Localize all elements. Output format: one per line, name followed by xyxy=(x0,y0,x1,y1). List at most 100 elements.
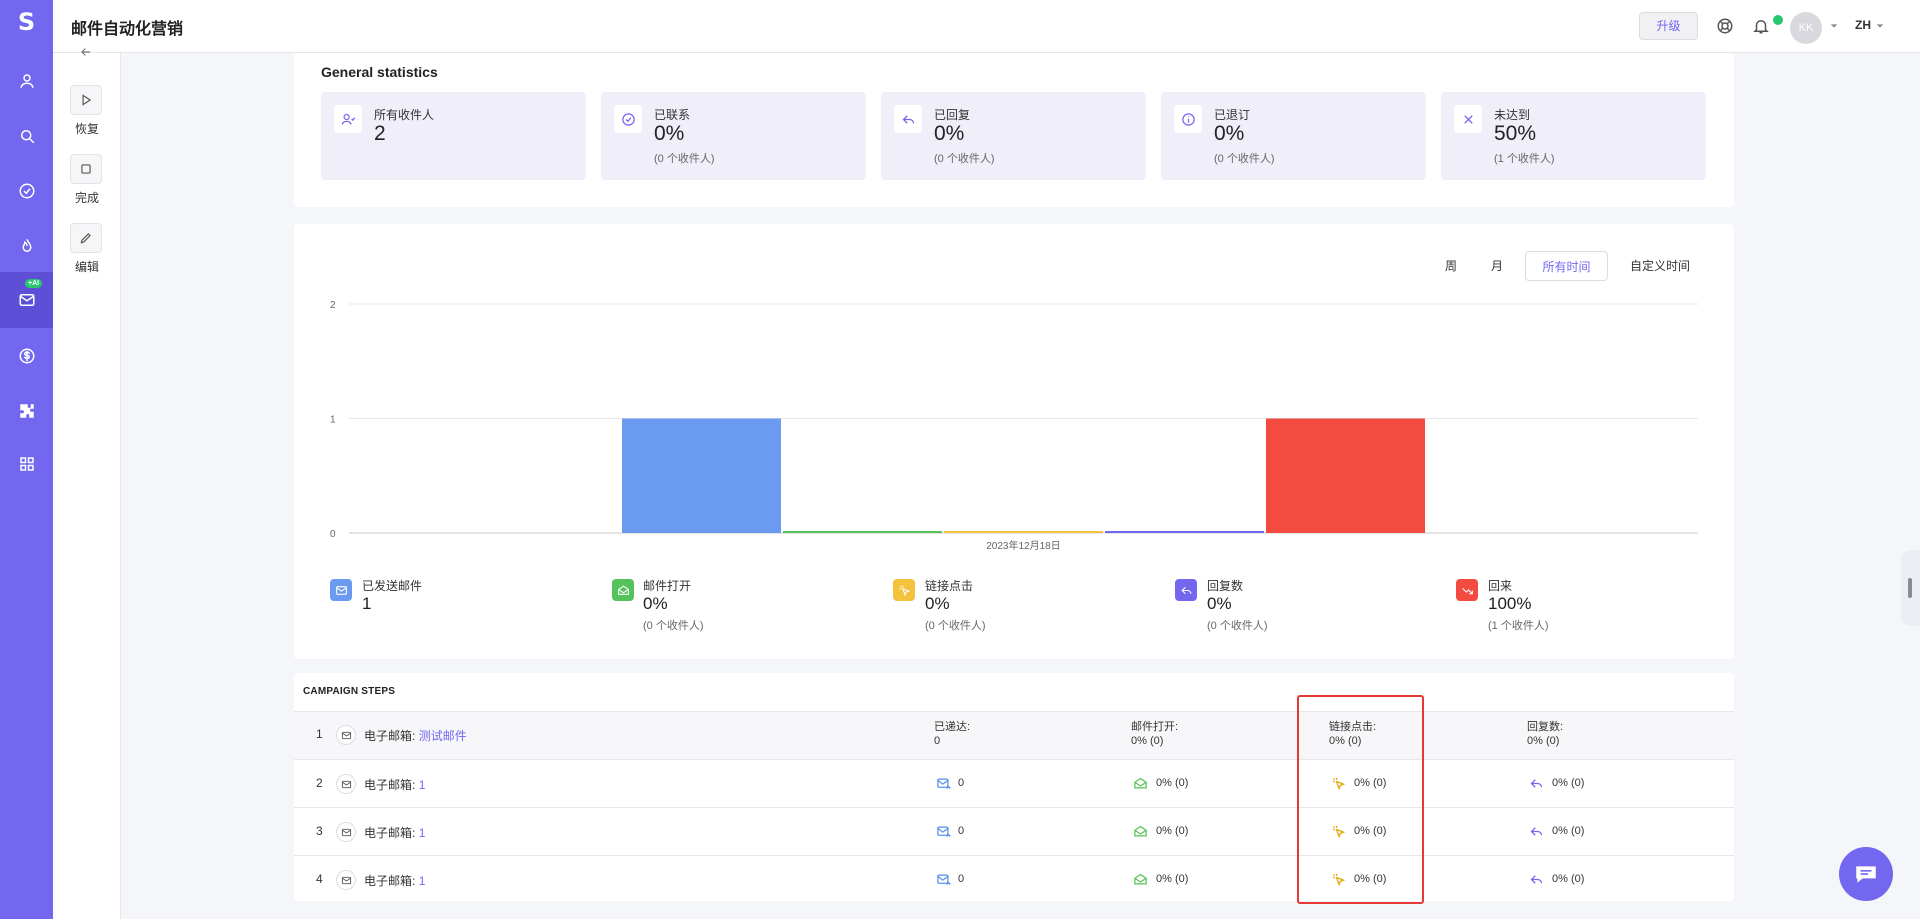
nav-tasks[interactable] xyxy=(0,171,53,211)
metric-value: 0% (0) xyxy=(1552,777,1585,789)
complete-label: 完成 xyxy=(74,191,99,205)
nav-email-active[interactable]: +AI xyxy=(0,272,53,328)
step-link[interactable]: 1 xyxy=(419,874,426,888)
info-icon xyxy=(1181,112,1195,126)
back-arrow-icon[interactable] xyxy=(79,45,93,59)
bar-4[interactable] xyxy=(1105,531,1264,533)
chat-button[interactable] xyxy=(1839,847,1893,901)
users-icon xyxy=(341,113,355,125)
reply-icon xyxy=(1530,827,1543,836)
mail-icon xyxy=(341,876,351,884)
chevron-down-icon[interactable] xyxy=(1830,22,1838,30)
step-number: 2 xyxy=(316,776,323,790)
mail-icon xyxy=(19,294,34,306)
step-link[interactable]: 1 xyxy=(419,826,426,840)
legend-value: 100% xyxy=(1488,594,1532,613)
edit-button[interactable] xyxy=(70,223,102,253)
y-tick-label: 1 xyxy=(330,415,336,426)
reply-icon xyxy=(1530,779,1543,788)
nav-billing[interactable] xyxy=(0,336,53,376)
side-drawer-handle[interactable] xyxy=(1901,550,1920,626)
step-link[interactable]: 1 xyxy=(419,778,426,792)
bell-icon[interactable] xyxy=(1752,17,1770,35)
legend-sub: (1 个收件人) xyxy=(1488,620,1549,632)
nav-search[interactable] xyxy=(0,116,53,156)
bar-1[interactable] xyxy=(622,418,781,534)
bounce-icon xyxy=(1461,587,1473,594)
y-tick-label: 2 xyxy=(330,300,336,311)
legend-label: 链接点击 xyxy=(925,579,974,593)
resume-button[interactable] xyxy=(70,85,102,115)
click-icon xyxy=(899,585,910,596)
reply-icon xyxy=(902,114,914,124)
dollar-icon xyxy=(19,348,34,364)
app-logo[interactable]: S xyxy=(0,8,53,36)
metric-value: 0% (0) xyxy=(1156,873,1189,885)
flame-icon xyxy=(21,239,32,252)
step-prefix: 电子邮箱: xyxy=(364,826,416,840)
chat-bubble-icon xyxy=(1856,866,1876,883)
mail-open-icon xyxy=(1134,873,1147,885)
help-icon[interactable] xyxy=(1716,17,1734,35)
language-selector[interactable]: ZH xyxy=(1855,18,1871,32)
step-prefix: 电子邮箱: xyxy=(364,729,416,743)
mail-send-icon xyxy=(937,778,951,789)
stat-sub: (0 个收件人) xyxy=(654,153,715,165)
step-row[interactable]: 4 电子邮箱: 1 0 0% (0) 0% (0) 0% (0) xyxy=(294,855,1734,903)
nav-apps[interactable] xyxy=(0,444,53,484)
metric-value: 0% (0) xyxy=(1156,825,1189,837)
step-name: 电子邮箱: 1 xyxy=(364,776,425,793)
step-name: 电子邮箱: 测试邮件 xyxy=(364,727,467,744)
metric-value: 0% (0) xyxy=(1156,777,1189,789)
nav-integrations[interactable] xyxy=(0,391,53,431)
step-prefix: 电子邮箱: xyxy=(364,874,416,888)
stat-value: 50% xyxy=(1494,122,1537,145)
stat-sub: (0 个收件人) xyxy=(1214,153,1275,165)
metric-label: 回复数: xyxy=(1527,721,1564,733)
top-header: 邮件自动化营销 升级 KK ZH xyxy=(53,0,1920,53)
chart-card: 周 月 所有时间 自定义时间 0 1 2 2023年12月18日 已发送邮件 1 邮件… xyxy=(294,224,1734,659)
step-row[interactable]: 1 电子邮箱: 测试邮件 已递达: 0 邮件打开: 0% (0) 链接点击: 0… xyxy=(294,711,1734,759)
metric-value: 0 xyxy=(958,777,965,789)
mail-open-icon xyxy=(617,585,629,595)
campaign-toolbar: 恢复 完成 编辑 xyxy=(53,48,121,919)
campaign-steps-card: CAMPAIGN STEPS 1 电子邮箱: 测试邮件 已递达: 0 邮件打开:… xyxy=(294,673,1734,901)
step-link[interactable]: 测试邮件 xyxy=(419,729,467,743)
avatar[interactable]: KK xyxy=(1790,12,1822,44)
check-circle-icon xyxy=(621,112,635,126)
metric-value: 0% (0) xyxy=(1527,735,1560,747)
puzzle-icon xyxy=(19,404,34,418)
nav-contacts[interactable] xyxy=(0,61,53,101)
bar-5[interactable] xyxy=(1266,418,1425,534)
legend-value: 0% xyxy=(1207,594,1232,613)
complete-button[interactable] xyxy=(70,154,102,184)
mail-send-icon xyxy=(937,826,951,837)
mail-send-icon xyxy=(335,585,347,595)
step-row[interactable]: 2 电子邮箱: 1 0 0% (0) 0% (0) 0% (0) xyxy=(294,759,1734,807)
legend-value: 0% xyxy=(925,594,950,613)
stat-replied: 已回复 0% (0 个收件人) xyxy=(881,92,1146,180)
stat-value: 2 xyxy=(374,122,386,145)
metric-value: 0% (0) xyxy=(1552,825,1585,837)
x-tick-label: 2023年12月18日 xyxy=(986,539,1061,552)
ai-badge: +AI xyxy=(25,279,43,288)
reply-icon xyxy=(1180,586,1191,594)
stat-all-recipients: 所有收件人 2 xyxy=(321,92,586,180)
upgrade-button[interactable]: 升级 xyxy=(1639,12,1698,40)
chevron-down-icon[interactable] xyxy=(1876,22,1884,30)
steps-title: CAMPAIGN STEPS xyxy=(303,686,396,697)
resume-label: 恢复 xyxy=(74,122,99,136)
legend-value: 0% xyxy=(643,594,668,613)
metric-label: 已递达: xyxy=(934,721,971,733)
nav-hot[interactable] xyxy=(0,226,53,266)
user-icon xyxy=(19,74,34,88)
metric-value: 0 xyxy=(934,735,941,747)
step-row[interactable]: 3 电子邮箱: 1 0 0% (0) 0% (0) 0% (0) xyxy=(294,807,1734,855)
bar-2[interactable] xyxy=(783,531,942,533)
bar-3[interactable] xyxy=(944,531,1103,533)
stat-label: 已退订 xyxy=(1214,108,1251,122)
mail-icon xyxy=(341,731,351,739)
stat-label: 所有收件人 xyxy=(374,108,435,122)
mail-open-icon xyxy=(1134,777,1147,789)
stat-label: 未达到 xyxy=(1494,108,1531,122)
